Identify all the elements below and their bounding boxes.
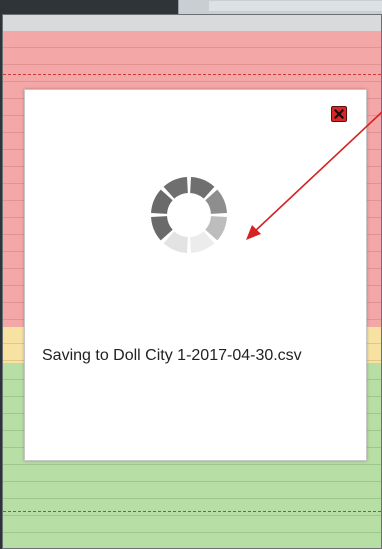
window-title-bar	[3, 15, 381, 32]
dashed-divider	[3, 74, 381, 75]
saving-dialog: Saving to Doll City 1-2017-04-30.csv	[24, 89, 367, 461]
loading-spinner-icon	[151, 177, 227, 253]
close-button[interactable]	[331, 106, 347, 122]
top-right-panel	[178, 0, 382, 14]
close-icon	[334, 109, 344, 119]
saving-status-text: Saving to Doll City 1-2017-04-30.csv	[42, 347, 302, 364]
top-right-field	[209, 1, 382, 11]
dashed-divider	[3, 511, 381, 512]
